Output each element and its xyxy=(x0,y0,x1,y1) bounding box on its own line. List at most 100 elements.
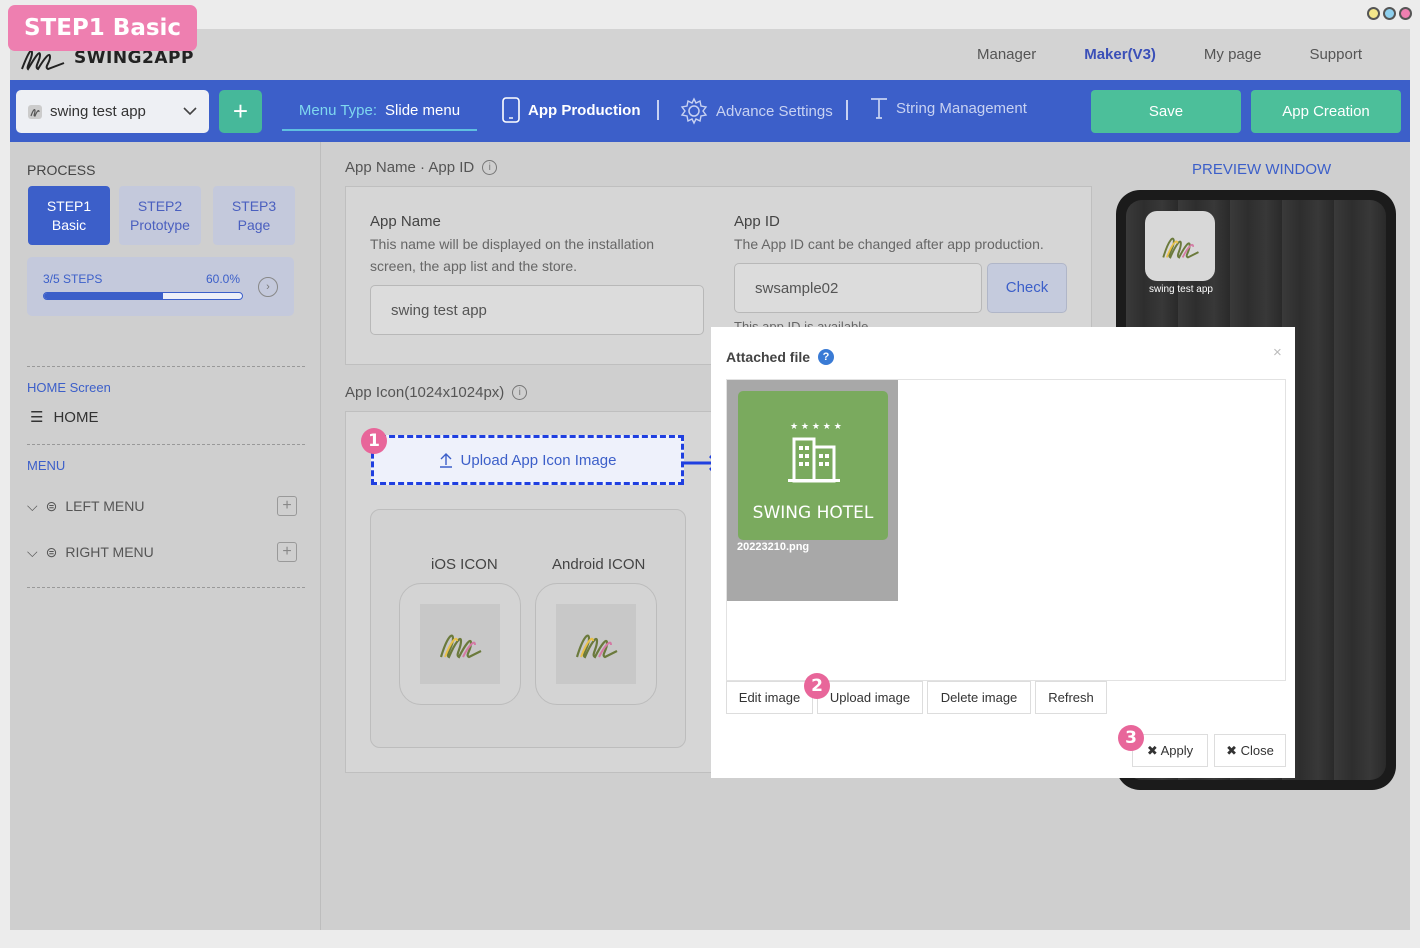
tab-advance-settings[interactable]: Advance Settings xyxy=(680,97,833,125)
menu-circle-icon: ⊜ xyxy=(45,497,58,514)
section-app-icon: App Icon(1024x1024px) i xyxy=(345,384,528,401)
progress-percent: 60.0% xyxy=(206,272,241,286)
attached-file-modal: Attached file ? × ★ ★ ★ ★ ★ SWING HOTEL … xyxy=(711,327,1295,778)
step3-button[interactable]: STEP3 Page xyxy=(213,186,295,245)
chevron-down-icon: ⌵ xyxy=(27,497,38,514)
phone-icon xyxy=(502,97,520,123)
divider xyxy=(27,366,305,367)
step1-line1: STEP1 xyxy=(46,197,92,214)
svg-text:★ ★ ★ ★ ★: ★ ★ ★ ★ ★ xyxy=(790,422,842,432)
process-title: PROCESS xyxy=(27,162,96,178)
add-app-button[interactable]: + xyxy=(219,90,262,133)
info-icon[interactable]: i xyxy=(512,385,528,400)
step-badge-3: 3 xyxy=(1118,725,1144,751)
menu-circle-icon: ⊜ xyxy=(45,543,58,560)
plus-icon: + xyxy=(232,96,249,126)
app-id-help: The App ID cant be changed after app pro… xyxy=(734,236,1044,252)
add-left-menu-icon[interactable]: + xyxy=(277,496,297,516)
app-id-input[interactable]: swsample02 xyxy=(734,263,982,313)
progress-fill xyxy=(44,293,163,299)
progress-steps: 3/5 STEPS xyxy=(43,272,103,286)
string-management-label: String Management xyxy=(896,99,1027,117)
hamburger-icon: ☰ xyxy=(30,409,44,426)
modal-close-icon[interactable]: × xyxy=(1273,344,1282,361)
gear-icon xyxy=(680,97,708,125)
toolbar: swing test app + Menu Type: Slide menu A… xyxy=(10,80,1410,142)
file-name: 20223210.png xyxy=(737,541,810,553)
upload-icon xyxy=(439,453,452,468)
section-app-name-id-title: App Name · App ID xyxy=(345,159,475,176)
chevron-down-icon xyxy=(183,107,197,116)
nav-my-page[interactable]: My page xyxy=(1204,46,1262,63)
modal-title: Attached file ? xyxy=(726,349,835,365)
step2-line2: Prototype xyxy=(130,216,190,233)
upload-image-button[interactable]: Upload image xyxy=(817,681,923,714)
next-step-icon[interactable]: › xyxy=(258,277,278,297)
maximize-icon[interactable] xyxy=(1383,7,1396,20)
advance-settings-label: Advance Settings xyxy=(716,102,833,120)
menu-type-value: Slide menu xyxy=(385,101,461,119)
delete-image-button[interactable]: Delete image xyxy=(927,681,1031,714)
home-item[interactable]: ☰ HOME xyxy=(30,408,98,427)
step1-button[interactable]: STEP1 Basic xyxy=(28,186,110,245)
file-item[interactable]: ★ ★ ★ ★ ★ SWING HOTEL 20223210.png xyxy=(727,380,898,601)
step-badge-2: 2 xyxy=(804,673,830,699)
hotel-thumbnail-text: SWING HOTEL xyxy=(752,503,874,523)
section-app-name-id: App Name · App ID i xyxy=(345,159,498,176)
add-right-menu-icon[interactable]: + xyxy=(277,542,297,562)
step3-line2: Page xyxy=(237,216,271,233)
toolbar-divider xyxy=(846,100,848,120)
toolbar-divider xyxy=(657,100,659,120)
edit-image-button[interactable]: Edit image xyxy=(726,681,813,714)
save-button[interactable]: Save xyxy=(1091,90,1241,133)
menu-label: MENU xyxy=(27,458,66,473)
android-icon-label: Android ICON xyxy=(552,556,646,573)
minimize-icon[interactable] xyxy=(1367,7,1380,20)
menu-type-label: Menu Type: xyxy=(298,101,378,119)
nav-support[interactable]: Support xyxy=(1309,46,1362,63)
left-panel: PROCESS STEP1 Basic STEP2 Prototype STEP… xyxy=(10,142,321,930)
divider xyxy=(27,444,305,445)
ios-icon-label: iOS ICON xyxy=(431,556,498,573)
step-tag: STEP1 Basic xyxy=(8,5,197,51)
section-app-icon-title: App Icon(1024x1024px) xyxy=(345,384,505,401)
tab-string-management[interactable]: String Management xyxy=(870,97,1027,119)
refresh-button[interactable]: Refresh xyxy=(1035,681,1107,714)
app-mini-icon xyxy=(28,104,42,119)
close-button[interactable]: ✖ Close xyxy=(1214,734,1286,767)
step2-button[interactable]: STEP2 Prototype xyxy=(119,186,201,245)
app-name-label: App Name xyxy=(370,213,441,230)
check-button[interactable]: Check xyxy=(987,263,1067,313)
close-window-icon[interactable] xyxy=(1399,7,1412,20)
info-icon[interactable]: i xyxy=(482,160,498,175)
preview-window-title: PREVIEW WINDOW xyxy=(1192,161,1332,178)
app-select[interactable]: swing test app xyxy=(16,90,209,133)
step-badge-1: 1 xyxy=(361,428,387,454)
step1-line2: Basic xyxy=(51,216,87,233)
right-menu-label: RIGHT MENU xyxy=(65,544,154,560)
menu-type-selector[interactable]: Menu Type: Slide menu xyxy=(282,91,477,131)
right-menu-item[interactable]: ⌵ ⊜ RIGHT MENU + xyxy=(27,542,297,562)
help-icon[interactable]: ? xyxy=(818,349,835,365)
nav-maker[interactable]: Maker(V3) xyxy=(1084,46,1156,63)
android-icon-frame xyxy=(535,583,657,705)
left-menu-label: LEFT MENU xyxy=(65,498,145,514)
text-t-icon xyxy=(871,98,887,119)
app-creation-button[interactable]: App Creation xyxy=(1251,90,1401,133)
preview-app-icon xyxy=(1145,211,1215,281)
apply-label: Apply xyxy=(1160,743,1194,758)
x-icon: ✖ xyxy=(1146,743,1158,758)
swing-logo-icon xyxy=(1162,237,1199,259)
hotel-thumbnail: ★ ★ ★ ★ ★ SWING HOTEL xyxy=(738,391,888,540)
upload-app-icon-button[interactable]: Upload App Icon Image xyxy=(371,435,684,485)
close-label: Close xyxy=(1240,743,1274,758)
nav-manager[interactable]: Manager xyxy=(977,46,1036,63)
chevron-down-icon: ⌵ xyxy=(27,543,38,560)
swing-logo-icon xyxy=(439,634,482,659)
android-app-icon xyxy=(556,604,636,684)
hotel-building-icon: ★ ★ ★ ★ ★ xyxy=(788,422,842,483)
tab-app-production[interactable]: App Production xyxy=(502,97,641,123)
file-list-area: ★ ★ ★ ★ ★ SWING HOTEL 20223210.png xyxy=(726,379,1286,681)
app-name-input[interactable]: swing test app xyxy=(370,285,704,335)
left-menu-item[interactable]: ⌵ ⊜ LEFT MENU + xyxy=(27,496,297,516)
